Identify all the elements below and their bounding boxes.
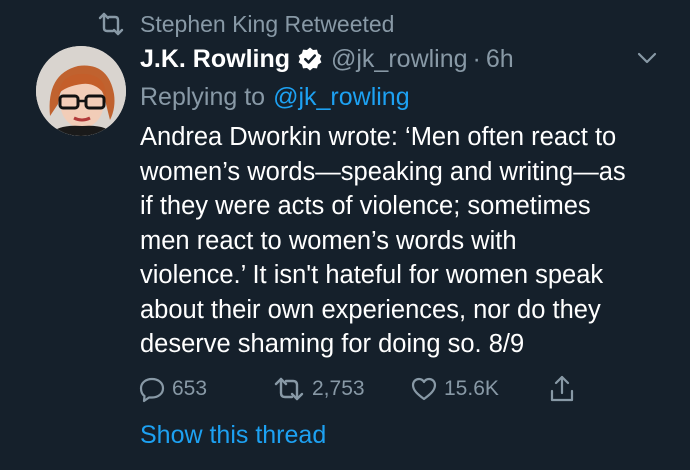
- share-icon: [548, 374, 576, 404]
- tweet-timestamp[interactable]: 6h: [486, 45, 514, 74]
- heart-icon: [410, 375, 438, 403]
- reply-button[interactable]: 653: [138, 372, 207, 406]
- reply-icon: [138, 375, 166, 403]
- share-button[interactable]: [548, 372, 576, 406]
- show-thread-link[interactable]: Show this thread: [140, 418, 326, 452]
- action-bar: 653 2,753 15.6K: [138, 372, 598, 406]
- tweet-card[interactable]: Stephen King Retweeted J.K. Rowling @jk_…: [0, 0, 690, 470]
- avatar[interactable]: [36, 46, 126, 136]
- retweet-count: 2,753: [312, 377, 365, 400]
- author-handle[interactable]: @jk_rowling: [331, 45, 468, 74]
- retweet-icon: [96, 12, 126, 36]
- reply-count: 653: [172, 377, 208, 400]
- like-count: 15.6K: [444, 377, 499, 400]
- replying-to-mention[interactable]: @jk_rowling: [273, 83, 410, 112]
- retweet-context: Stephen King Retweeted: [96, 8, 394, 40]
- like-button[interactable]: 15.6K: [410, 372, 499, 406]
- retweet-button[interactable]: 2,753: [272, 372, 365, 406]
- separator-dot: ·: [472, 44, 481, 73]
- tweet-header: J.K. Rowling @jk_rowling · 6h: [140, 42, 514, 76]
- tweet-text: Andrea Dworkin wrote: ‘Men often react t…: [140, 123, 626, 358]
- retweet-action-icon: [272, 375, 306, 403]
- verified-badge-icon: [297, 46, 323, 72]
- author-display-name[interactable]: J.K. Rowling: [140, 45, 290, 74]
- chevron-down-icon[interactable]: [634, 48, 660, 68]
- replying-to-label: Replying to: [140, 82, 266, 111]
- replying-to: Replying to @jk_rowling: [140, 80, 410, 114]
- retweet-context-label[interactable]: Stephen King Retweeted: [140, 11, 394, 38]
